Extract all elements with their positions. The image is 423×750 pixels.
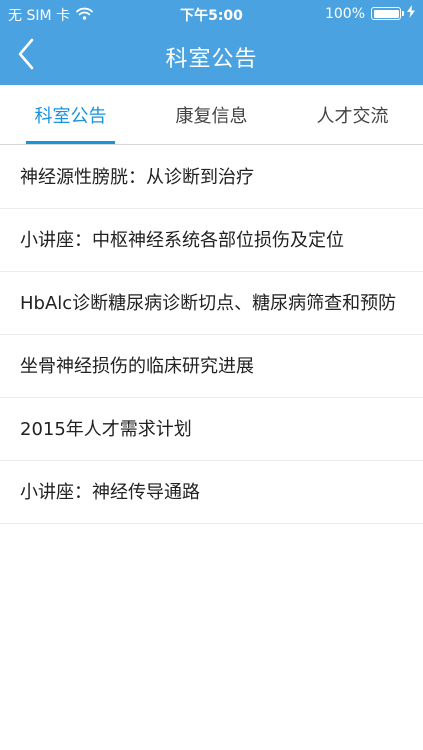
list-item-title: 坐骨神经损伤的临床研究进展 bbox=[20, 355, 254, 377]
list-item[interactable]: 小讲座：中枢神经系统各部位损伤及定位 bbox=[0, 209, 423, 272]
list-item[interactable]: 坐骨神经损伤的临床研究进展 bbox=[0, 335, 423, 398]
tab-bar: 科室公告 康复信息 人才交流 bbox=[0, 85, 423, 145]
app-header: 无 SIM 卡 下午5:00 100% 科室公告 bbox=[0, 0, 423, 85]
list-item[interactable]: 2015年人才需求计划 bbox=[0, 398, 423, 461]
active-tab-indicator bbox=[26, 141, 115, 144]
tab-label: 人才交流 bbox=[316, 105, 389, 127]
list-item-title: 小讲座：神经传导通路 bbox=[20, 481, 200, 503]
tab-label: 科室公告 bbox=[34, 105, 107, 127]
nav-bar: 科室公告 bbox=[0, 28, 423, 85]
notice-list: 神经源性膀胱：从诊断到治疗 小讲座：中枢神经系统各部位损伤及定位 HbAlc诊断… bbox=[0, 146, 423, 524]
list-item-title: 小讲座：中枢神经系统各部位损伤及定位 bbox=[20, 229, 344, 251]
tab-talent-exchange[interactable]: 人才交流 bbox=[282, 85, 423, 144]
list-item[interactable]: 小讲座：神经传导通路 bbox=[0, 461, 423, 524]
list-item[interactable]: 神经源性膀胱：从诊断到治疗 bbox=[0, 146, 423, 209]
tab-notices[interactable]: 科室公告 bbox=[0, 85, 141, 144]
status-right: 100% bbox=[325, 5, 415, 22]
list-item-title: 2015年人才需求计划 bbox=[20, 418, 192, 440]
charging-icon bbox=[407, 5, 415, 22]
status-bar: 无 SIM 卡 下午5:00 100% bbox=[0, 0, 423, 28]
list-item-title: 神经源性膀胱：从诊断到治疗 bbox=[20, 166, 254, 188]
tab-rehab-info[interactable]: 康复信息 bbox=[141, 85, 282, 144]
list-item-title: HbAlc诊断糖尿病诊断切点、糖尿病筛查和预防 bbox=[20, 292, 397, 314]
list-item[interactable]: HbAlc诊断糖尿病诊断切点、糖尿病筛查和预防 bbox=[0, 272, 423, 335]
battery-icon bbox=[371, 7, 404, 20]
page-title: 科室公告 bbox=[165, 47, 258, 72]
battery-percent: 100% bbox=[324, 5, 365, 22]
tab-label: 康复信息 bbox=[175, 105, 248, 127]
